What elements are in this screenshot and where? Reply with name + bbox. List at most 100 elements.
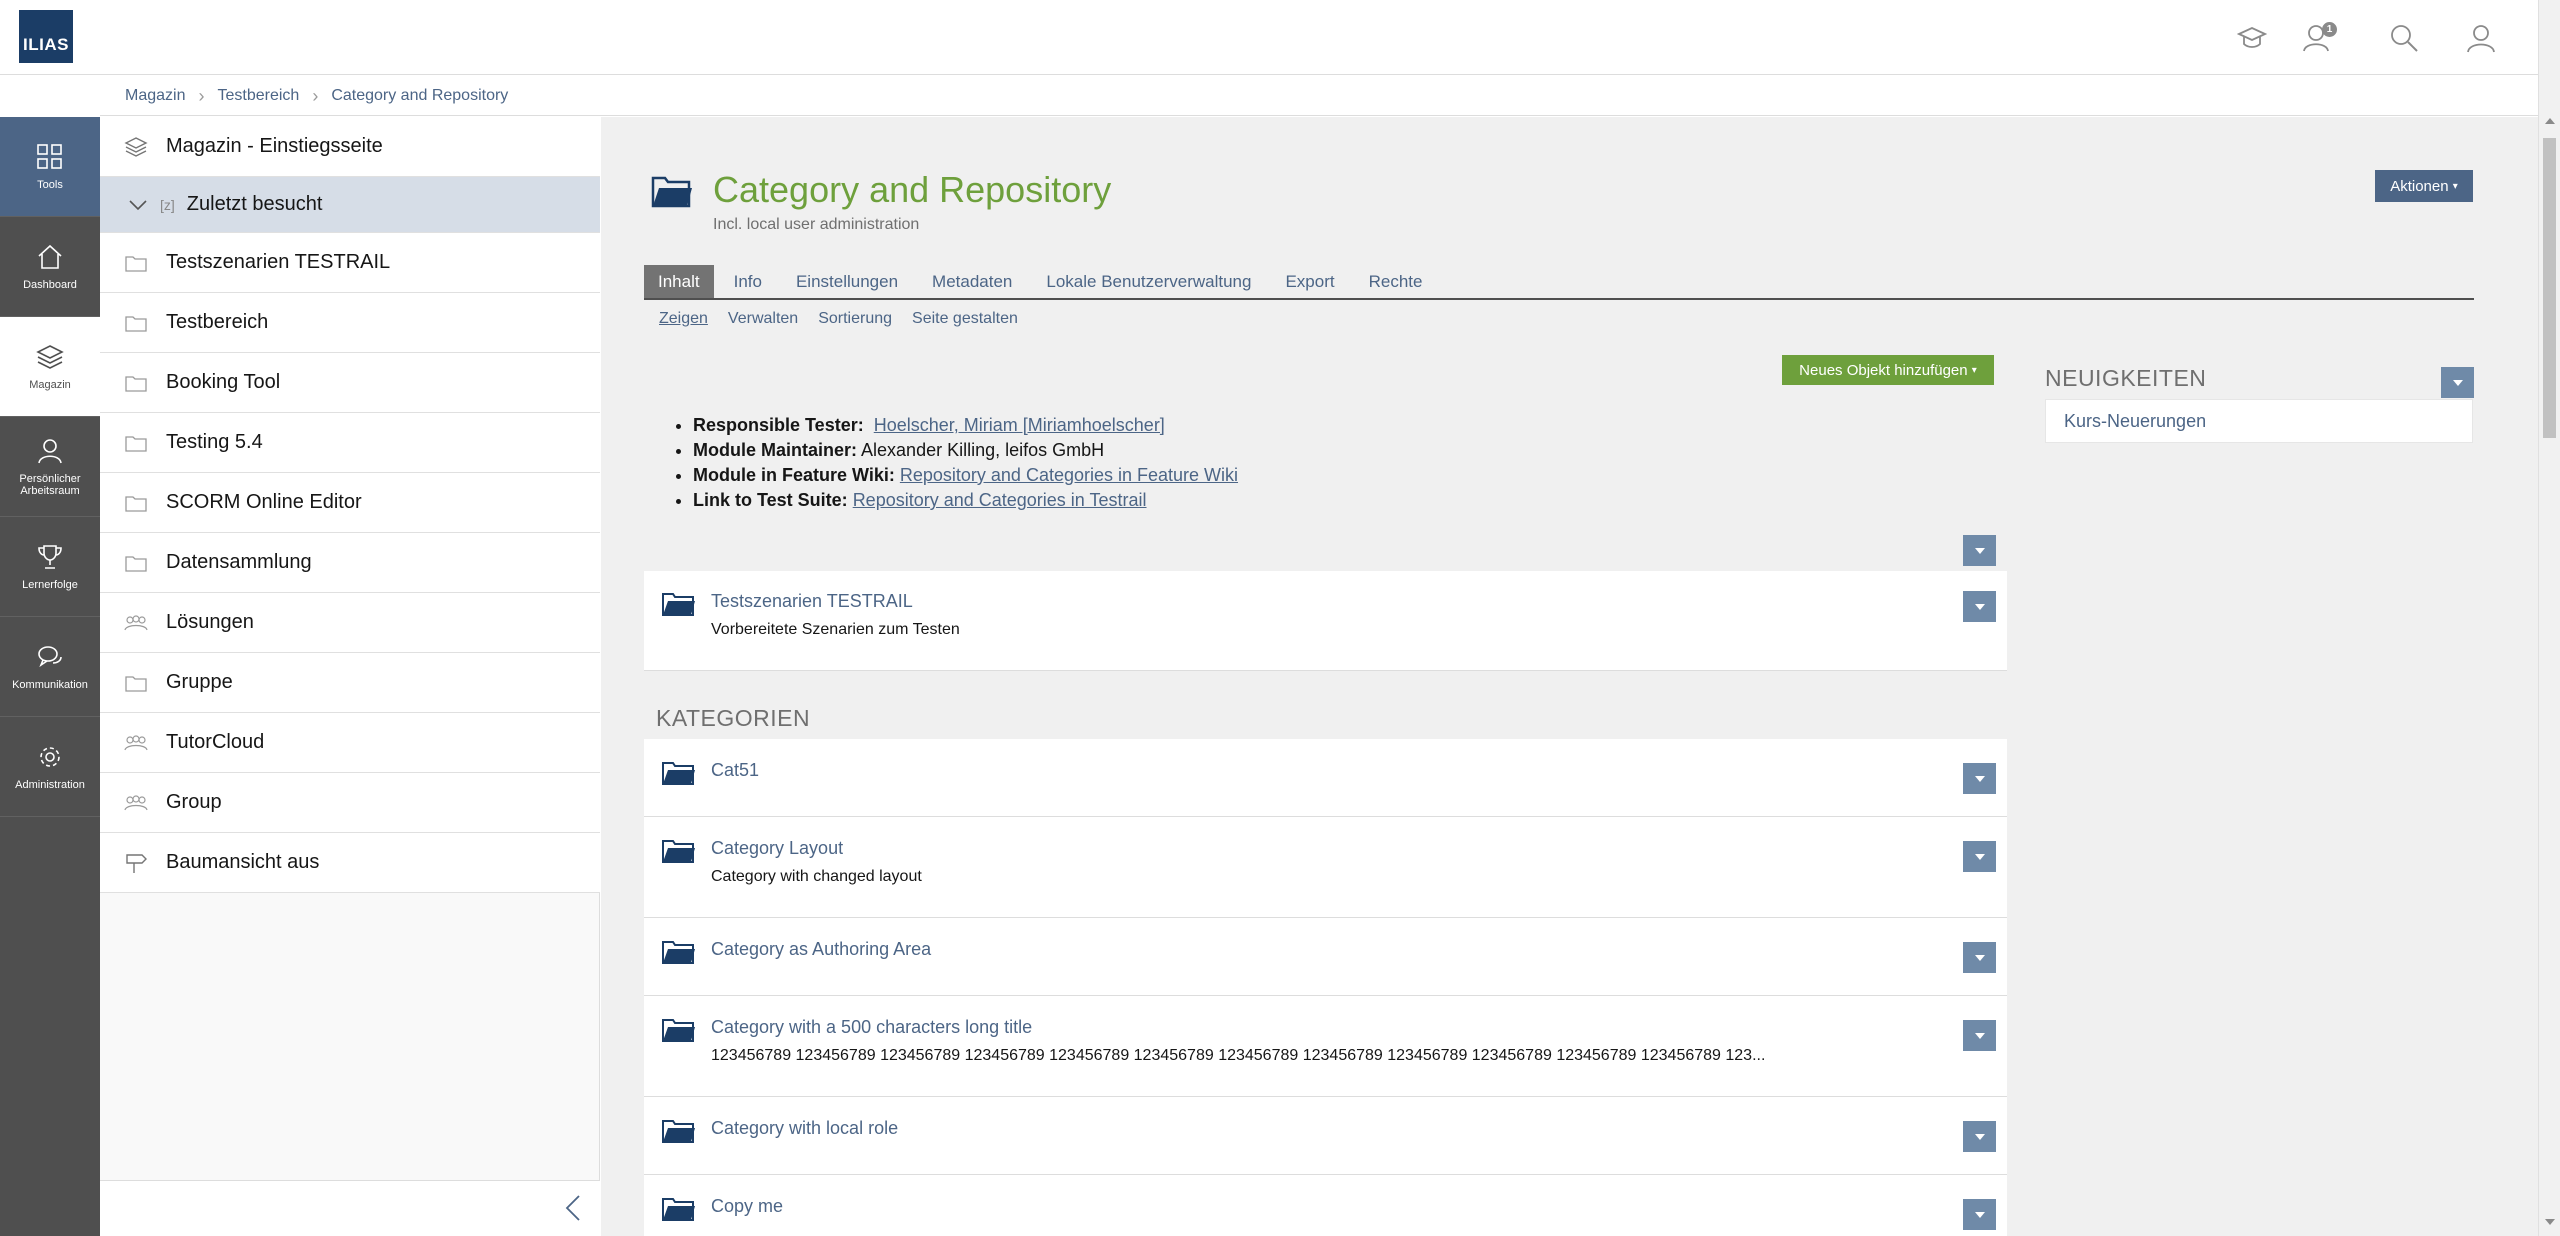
notifications-user-icon[interactable]: 1 xyxy=(2298,18,2338,58)
scroll-up-arrow-icon[interactable] xyxy=(2545,118,2555,124)
caret-down-icon: ▾ xyxy=(1971,364,1977,376)
signpost-icon xyxy=(124,851,148,875)
section-heading: KATEGORIEN xyxy=(656,705,811,731)
item-title-link[interactable]: Category with a 500 characters long titl… xyxy=(711,1017,1032,1038)
slate-item-label: Testszenarien TESTRAIL xyxy=(166,251,391,273)
slate-item-label: Group xyxy=(166,791,222,813)
mainbar-tools[interactable]: Tools xyxy=(0,117,100,217)
chevron-left-icon[interactable] xyxy=(558,1193,588,1223)
item-title-link[interactable]: Testszenarien TESTRAIL xyxy=(711,591,913,612)
history-icon: [z] xyxy=(160,196,175,213)
news-actions-dropdown[interactable] xyxy=(2441,367,2474,398)
slate-item[interactable]: Group xyxy=(100,773,600,833)
tab-lokale-benutzerverwaltung[interactable]: Lokale Benutzerverwaltung xyxy=(1032,265,1265,298)
subtab-verwalten[interactable]: Verwalten xyxy=(728,310,798,328)
user-icon xyxy=(38,438,62,463)
slate-item[interactable]: Testszenarien TESTRAIL xyxy=(100,233,600,293)
list-item: Category Layout Category with changed la… xyxy=(644,817,2007,918)
info-item: Link to Test Suite: Repository and Categ… xyxy=(693,488,1238,513)
category-folder-icon xyxy=(651,174,693,213)
item-title-link[interactable]: Cat51 xyxy=(711,760,759,781)
tab-inhalt[interactable]: Inhalt xyxy=(644,265,714,298)
chevron-right-icon: › xyxy=(312,86,319,106)
info-link[interactable]: Repository and Categories in Feature Wik… xyxy=(900,465,1238,485)
block-actions-dropdown[interactable] xyxy=(1963,535,1996,566)
mortarboard-icon[interactable] xyxy=(2232,18,2272,58)
list-item: Category with a 500 characters long titl… xyxy=(644,996,2007,1097)
search-icon[interactable] xyxy=(2384,18,2424,58)
slate-item-magazin-start[interactable]: Magazin - Einstiegsseite xyxy=(100,117,600,177)
item-actions-dropdown[interactable] xyxy=(1963,1199,1996,1230)
notification-badge: 1 xyxy=(2322,22,2337,37)
slate-item[interactable]: Datensammlung xyxy=(100,533,600,593)
folder-icon xyxy=(124,671,148,695)
slate-item-label: Baumansicht aus xyxy=(166,851,320,873)
folder-open-icon xyxy=(662,838,696,869)
tree-slate: Magazin - Einstiegsseite [z] Zuletzt bes… xyxy=(100,117,600,1236)
mainbar-label: Magazin xyxy=(29,378,71,391)
folder-open-icon xyxy=(662,1118,696,1149)
item-actions-dropdown[interactable] xyxy=(1963,1121,1996,1152)
item-title-link[interactable]: Category Layout xyxy=(711,838,843,859)
slate-item[interactable]: Lösungen xyxy=(100,593,600,653)
tab-export[interactable]: Export xyxy=(1271,265,1348,298)
item-actions-dropdown[interactable] xyxy=(1963,942,1996,973)
news-panel: Kurs-Neuerungen xyxy=(2045,399,2473,443)
user-account-icon[interactable] xyxy=(2461,18,2501,58)
tab-info[interactable]: Info xyxy=(720,265,776,298)
item-title-link[interactable]: Category with local role xyxy=(711,1118,898,1139)
folder-icon xyxy=(124,311,148,335)
slate-item[interactable]: Testbereich xyxy=(100,293,600,353)
info-item: Module Maintainer: Alexander Killing, le… xyxy=(693,438,1238,463)
mainbar-dashboard[interactable]: Dashboard xyxy=(0,217,100,317)
mainbar-lernerfolge[interactable]: Lernerfolge xyxy=(0,517,100,617)
breadcrumb-item-testbereich[interactable]: Testbereich xyxy=(217,87,299,105)
slate-item-label: Datensammlung xyxy=(166,551,312,573)
slate-item[interactable]: SCORM Online Editor xyxy=(100,473,600,533)
actions-dropdown-button[interactable]: Aktionen ▾ xyxy=(2375,170,2473,202)
item-actions-dropdown[interactable] xyxy=(1963,591,1996,622)
mainbar-kommunikation[interactable]: Kommunikation xyxy=(0,617,100,717)
subtab-zeigen[interactable]: Zeigen xyxy=(659,310,708,328)
slate-item[interactable]: Booking Tool xyxy=(100,353,600,413)
item-actions-dropdown[interactable] xyxy=(1963,763,1996,794)
slate-item-tree-toggle[interactable]: Baumansicht aus xyxy=(100,833,600,893)
item-actions-dropdown[interactable] xyxy=(1963,1020,1996,1051)
slate-item-label: Testing 5.4 xyxy=(166,431,263,453)
tab-metadaten[interactable]: Metadaten xyxy=(918,265,1026,298)
info-item: Module in Feature Wiki: Repository and C… xyxy=(693,463,1238,488)
mainbar-administration[interactable]: Administration xyxy=(0,717,100,817)
list-item: Category as Authoring Area xyxy=(644,918,2007,996)
subtabs: Zeigen Verwalten Sortierung Seite gestal… xyxy=(659,310,1038,328)
page-scrollbar[interactable] xyxy=(2538,0,2560,1236)
tab-einstellungen[interactable]: Einstellungen xyxy=(782,265,912,298)
item-description: Category with changed layout xyxy=(711,868,922,885)
ilias-logo[interactable]: ILIAS xyxy=(19,10,73,63)
scroll-down-arrow-icon[interactable] xyxy=(2545,1219,2555,1225)
info-link[interactable]: Hoelscher, Miriam [Miriamhoelscher] xyxy=(874,415,1165,435)
news-link[interactable]: Kurs-Neuerungen xyxy=(2064,411,2206,432)
tab-rechte[interactable]: Rechte xyxy=(1355,265,1437,298)
news-heading: NEUIGKEITEN xyxy=(2045,365,2207,391)
info-link[interactable]: Repository and Categories in Testrail xyxy=(853,490,1147,510)
slate-item-label: SCORM Online Editor xyxy=(166,491,362,513)
info-list: Responsible Tester: Hoelscher, Miriam [M… xyxy=(693,413,1238,513)
slate-item[interactable]: Testing 5.4 xyxy=(100,413,600,473)
item-title-link[interactable]: Copy me xyxy=(711,1196,783,1217)
list-item: Cat51 xyxy=(644,739,2007,817)
item-actions-dropdown[interactable] xyxy=(1963,841,1996,872)
breadcrumb-item-current[interactable]: Category and Repository xyxy=(331,87,508,105)
folder-icon xyxy=(124,491,148,515)
slate-item[interactable]: TutorCloud xyxy=(100,713,600,773)
slate-item[interactable]: Gruppe xyxy=(100,653,600,713)
subtab-sortierung[interactable]: Sortierung xyxy=(818,310,892,328)
mainbar-personal-workspace[interactable]: Persönlicher Arbeitsraum xyxy=(0,417,100,517)
slate-item-recently-visited[interactable]: [z] Zuletzt besucht xyxy=(100,177,600,233)
subtab-seite-gestalten[interactable]: Seite gestalten xyxy=(912,310,1018,328)
scrollbar-thumb[interactable] xyxy=(2543,138,2556,438)
mainbar-magazin[interactable]: Magazin xyxy=(0,317,100,417)
breadcrumb-item-magazin[interactable]: Magazin xyxy=(125,87,185,105)
add-new-object-button[interactable]: Neues Objekt hinzufügen ▾ xyxy=(1782,355,1994,385)
item-title-link[interactable]: Category as Authoring Area xyxy=(711,939,931,960)
mainbar: Tools Dashboard Magazin Persönlicher Arb… xyxy=(0,117,100,1236)
